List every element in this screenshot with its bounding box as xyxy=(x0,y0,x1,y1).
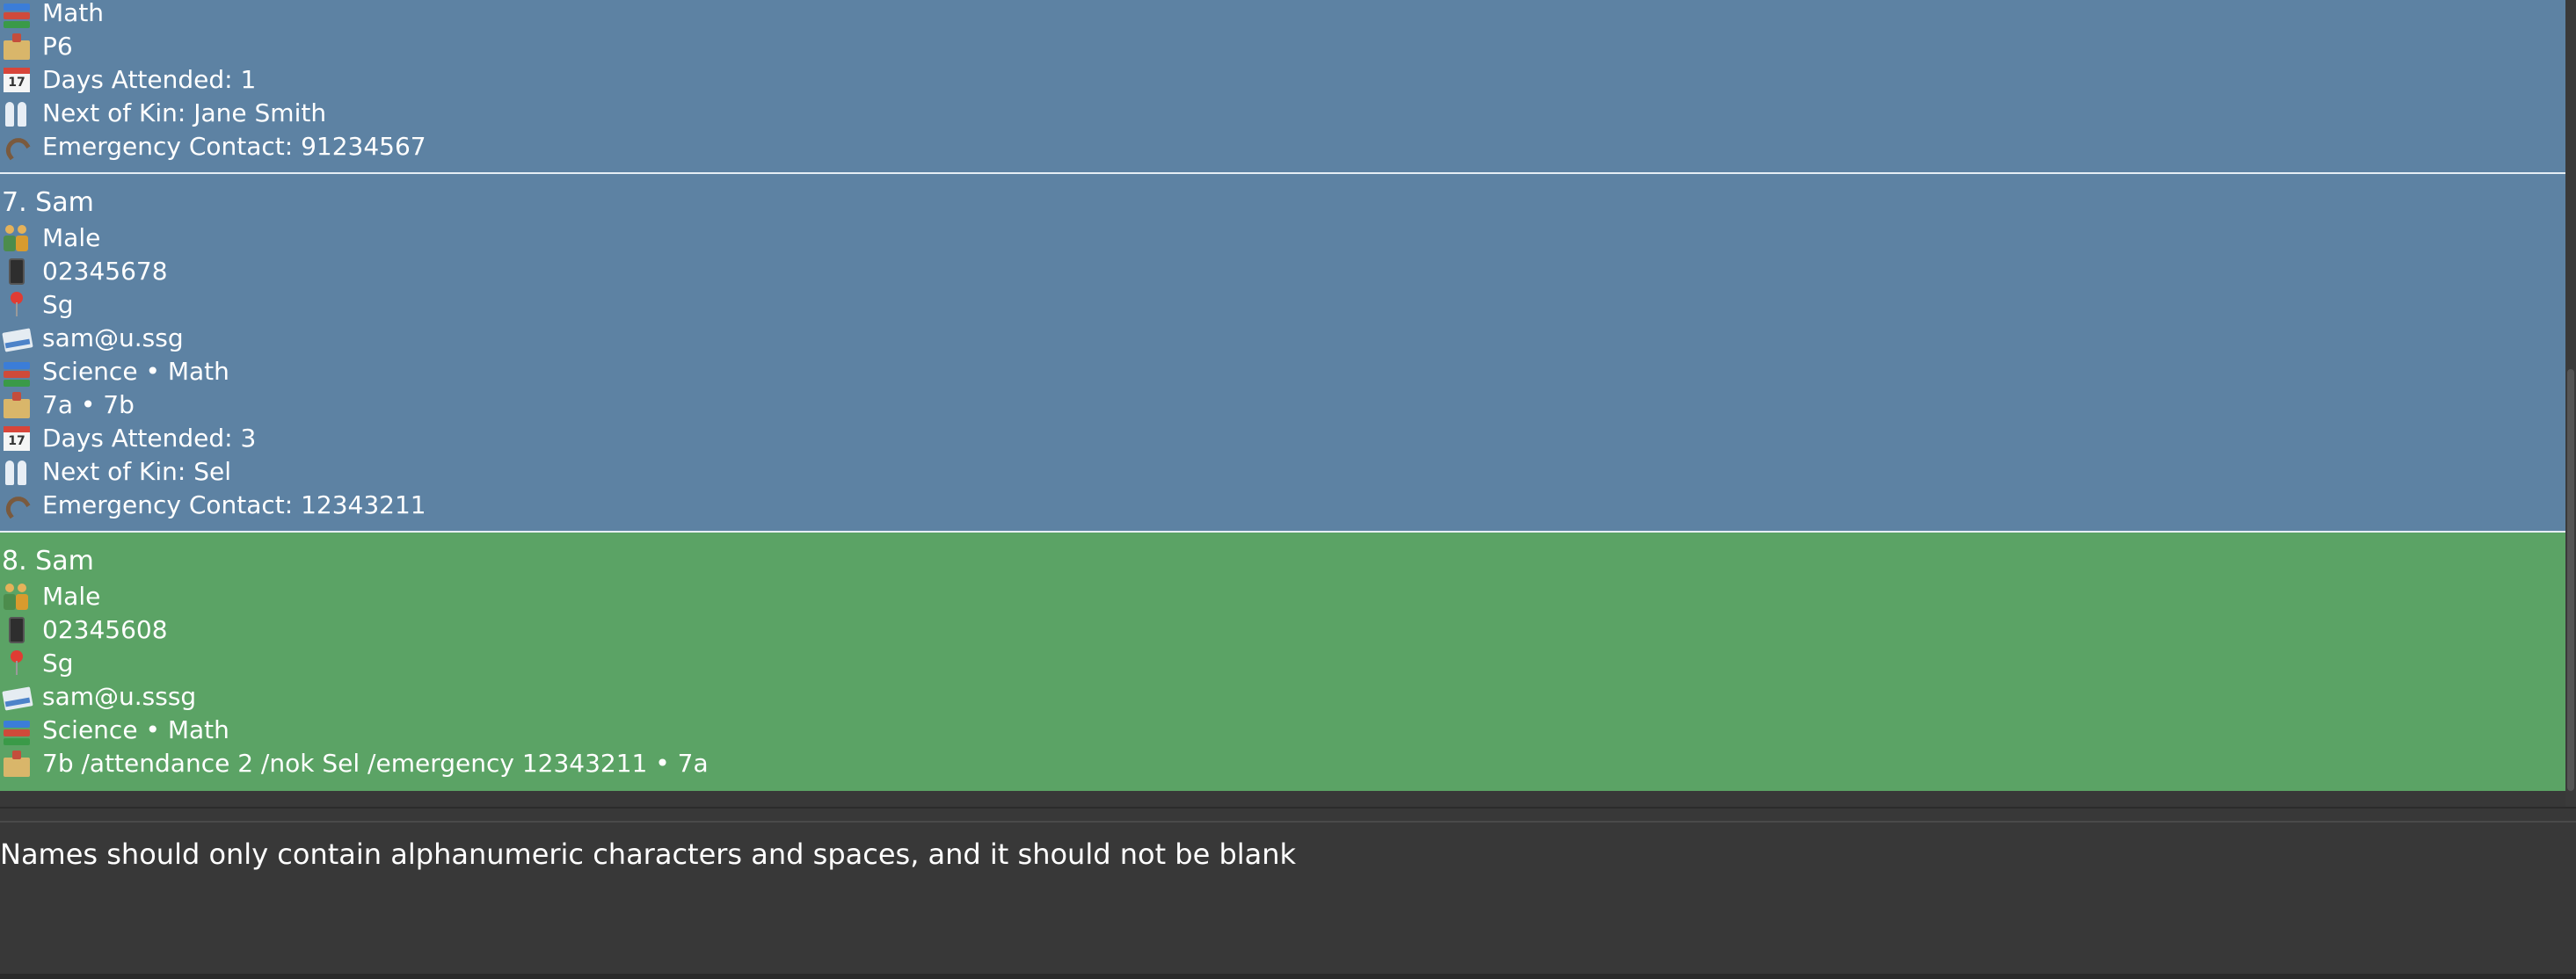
school-icon xyxy=(0,32,35,62)
school-icon xyxy=(0,749,35,779)
next-of-kin-text: Next of Kin: Jane Smith xyxy=(42,98,327,127)
list-divider xyxy=(0,807,2576,809)
phone-text: 02345608 xyxy=(42,615,168,644)
telephone-icon xyxy=(0,132,35,162)
classes-text: P6 xyxy=(42,32,73,61)
result-message: Names should only contain alphanumeric c… xyxy=(0,838,1297,871)
mobile-phone-icon xyxy=(0,615,35,645)
telephone-icon xyxy=(0,490,35,520)
gender-row: Male xyxy=(0,221,100,255)
person-card-6[interactable]: Math P6 Days Attended: 1 Next of Kin: Ja… xyxy=(0,0,2567,172)
email-text: sam@u.sssg xyxy=(42,682,197,711)
person-card-8-selected[interactable]: 8. Sam Male 02345608 Sg sam@u.sssg Scien… xyxy=(0,533,2567,791)
address-text: Sg xyxy=(42,290,74,319)
books-icon xyxy=(0,0,35,28)
days-attended-text: Days Attended: 3 xyxy=(42,424,257,453)
emergency-contact-row: Emergency Contact: 12343211 xyxy=(0,489,426,522)
subjects-text: Science • Math xyxy=(42,715,229,744)
subjects-text: Science • Math xyxy=(42,357,229,386)
address-row: Sg xyxy=(0,647,74,680)
app-window: Math P6 Days Attended: 1 Next of Kin: Ja… xyxy=(0,0,2576,979)
emergency-contact-text: Emergency Contact: 91234567 xyxy=(42,132,426,161)
subjects-row: Math xyxy=(0,0,104,30)
person-name: 7. Sam xyxy=(2,186,94,218)
subjects-row: Science • Math xyxy=(0,714,229,747)
gender-text: Male xyxy=(42,223,101,252)
next-of-kin-icon xyxy=(0,457,35,487)
school-icon xyxy=(0,390,35,420)
location-pin-icon xyxy=(0,290,35,320)
subjects-row: Science • Math xyxy=(0,355,229,388)
calendar-icon xyxy=(0,65,35,95)
classes-text: 7b /attendance 2 /nok Sel /emergency 123… xyxy=(42,749,709,778)
window-bottom-edge xyxy=(0,974,2576,979)
calendar-icon xyxy=(0,424,35,453)
days-attended-row: Days Attended: 1 xyxy=(0,63,256,97)
next-of-kin-row: Next of Kin: Jane Smith xyxy=(0,97,326,130)
location-pin-icon xyxy=(0,649,35,678)
books-icon xyxy=(0,357,35,387)
next-of-kin-icon xyxy=(0,98,35,128)
person-name: 8. Sam xyxy=(2,545,94,577)
phone-row: 02345608 xyxy=(0,613,168,647)
address-text: Sg xyxy=(42,649,74,678)
phone-text: 02345678 xyxy=(42,257,168,286)
address-row: Sg xyxy=(0,288,74,322)
next-of-kin-row: Next of Kin: Sel xyxy=(0,455,231,489)
classes-text: 7a • 7b xyxy=(42,390,135,419)
emergency-contact-row: Emergency Contact: 91234567 xyxy=(0,130,426,163)
person-list-panel[interactable]: Math P6 Days Attended: 1 Next of Kin: Ja… xyxy=(0,0,2567,791)
days-attended-row: Days Attended: 3 xyxy=(0,422,256,455)
result-display: Names should only contain alphanumeric c… xyxy=(0,821,2576,975)
phone-row: 02345678 xyxy=(0,255,168,288)
email-icon xyxy=(0,682,35,712)
email-text: sam@u.ssg xyxy=(42,323,184,352)
gender-text: Male xyxy=(42,582,101,611)
next-of-kin-text: Next of Kin: Sel xyxy=(42,457,232,486)
person-card-7[interactable]: 7. Sam Male 02345678 Sg sam@u.ssg Scienc… xyxy=(0,174,2567,531)
people-icon xyxy=(0,582,35,612)
books-icon xyxy=(0,715,35,745)
mobile-phone-icon xyxy=(0,257,35,286)
days-attended-text: Days Attended: 1 xyxy=(42,65,257,94)
list-scrollbar-thumb[interactable] xyxy=(2567,369,2574,791)
classes-row: 7a • 7b xyxy=(0,388,135,422)
email-row: sam@u.ssg xyxy=(0,322,184,355)
email-row: sam@u.sssg xyxy=(0,680,196,714)
classes-row: P6 xyxy=(0,30,73,63)
subjects-text: Math xyxy=(42,0,105,27)
people-icon xyxy=(0,223,35,253)
classes-row: 7b /attendance 2 /nok Sel /emergency 123… xyxy=(0,747,709,780)
emergency-contact-text: Emergency Contact: 12343211 xyxy=(42,490,426,519)
email-icon xyxy=(0,323,35,353)
gender-row: Male xyxy=(0,580,100,613)
